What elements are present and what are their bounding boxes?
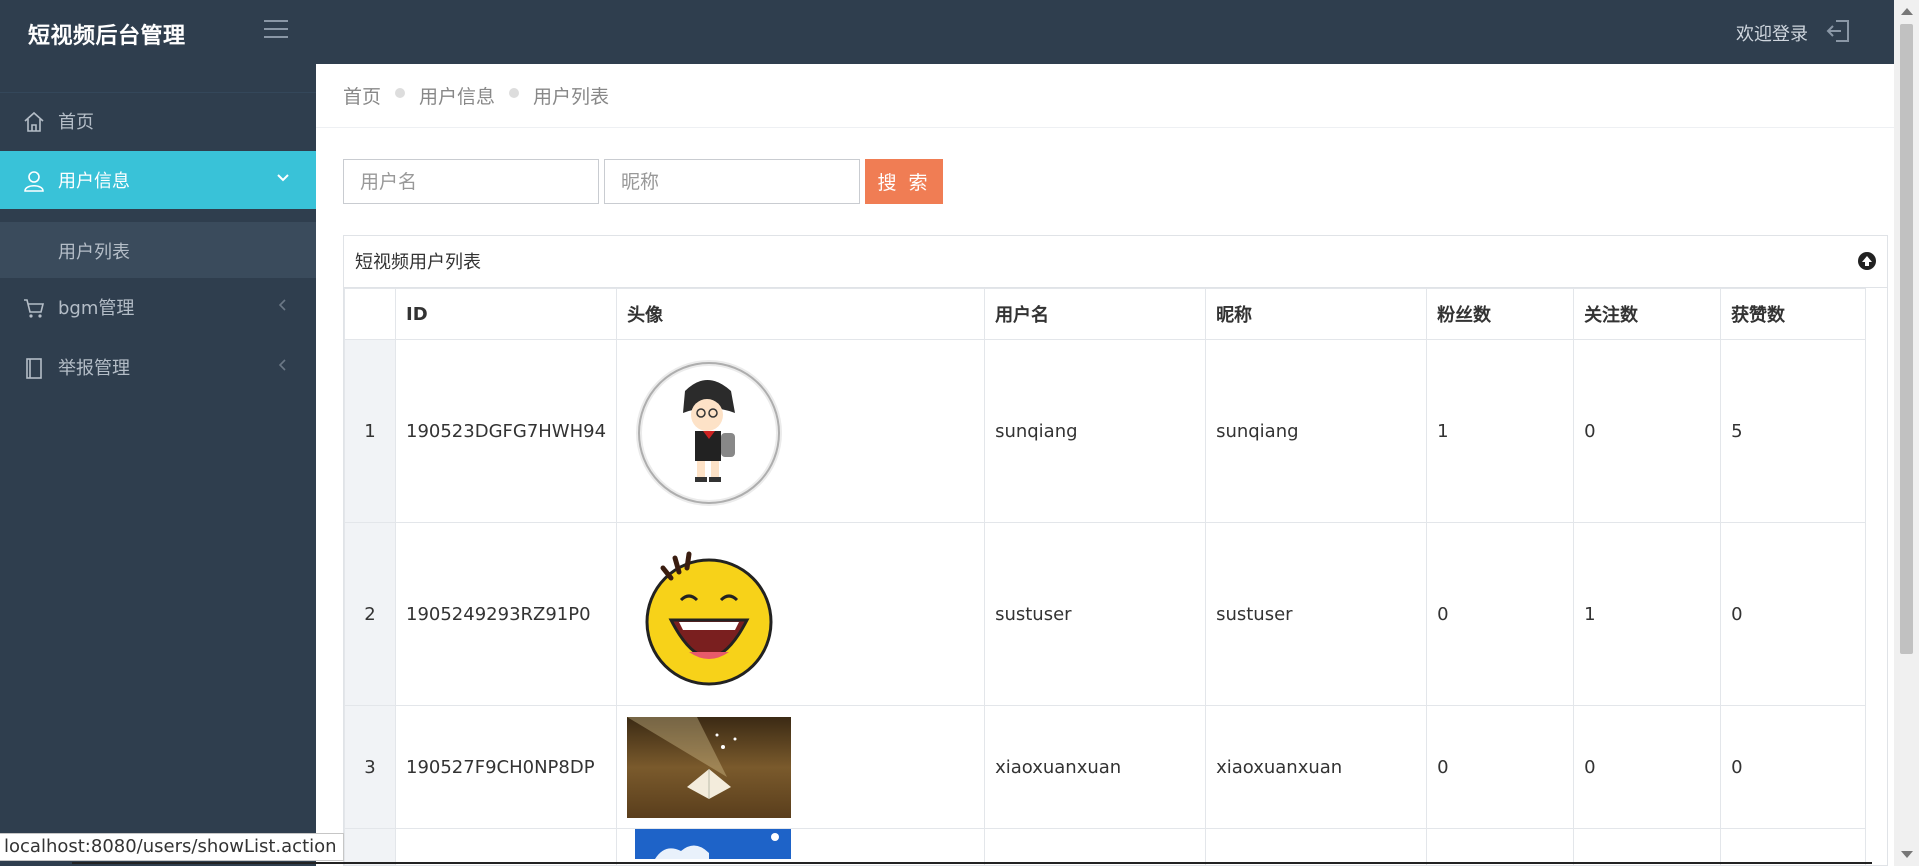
search-button[interactable]: 搜 索 bbox=[865, 159, 943, 204]
table-header-row: ID 头像 用户名 昵称 粉丝数 关注数 获赞数 bbox=[344, 288, 1867, 340]
user-icon bbox=[24, 171, 44, 192]
sidebar-item-report[interactable]: 举报管理 bbox=[0, 338, 316, 396]
welcome-text: 欢迎登录 bbox=[1736, 24, 1808, 45]
cell-username: sunqiang bbox=[984, 339, 1207, 523]
row-index: 1 bbox=[344, 339, 396, 523]
column-header-avatar: 头像 bbox=[616, 288, 986, 340]
chevron-down-icon bbox=[277, 174, 289, 182]
main-content: 首页 用户信息 用户列表 搜 索 短视频用户列表 ID 头像 用户名 昵称 bbox=[316, 64, 1894, 866]
sidebar-subitem-label: 用户列表 bbox=[58, 242, 130, 263]
cell-avatar bbox=[616, 522, 986, 706]
breadcrumb-user-list: 用户列表 bbox=[533, 86, 610, 108]
table-row[interactable]: 2 1905249293RZ91P0 sustuser sustuser 0 1… bbox=[344, 522, 1867, 706]
scroll-up-arrow-icon[interactable] bbox=[1901, 8, 1913, 15]
cell-nickname: sunqiang bbox=[1205, 339, 1428, 523]
sidebar-item-home[interactable]: 首页 bbox=[0, 92, 316, 150]
column-header-id: ID bbox=[394, 288, 618, 340]
cell-id bbox=[394, 828, 618, 865]
column-header-nickname: 昵称 bbox=[1205, 288, 1428, 340]
column-header-username: 用户名 bbox=[984, 288, 1207, 340]
username-search-input[interactable] bbox=[343, 159, 599, 204]
cell-nickname: xiaoxuanxuan bbox=[1205, 705, 1428, 829]
collapse-up-icon[interactable] bbox=[1857, 251, 1877, 271]
column-header-index bbox=[344, 288, 396, 340]
book-icon bbox=[26, 358, 42, 379]
sidebar-subitem-user-list[interactable]: 用户列表 bbox=[0, 222, 316, 278]
sidebar-item-label: 举报管理 bbox=[58, 358, 130, 379]
panel-title: 短视频用户列表 bbox=[355, 252, 481, 273]
table-row[interactable] bbox=[344, 828, 1867, 865]
status-bar-url: localhost:8080/users/showList.action bbox=[0, 833, 344, 861]
row-index bbox=[344, 828, 396, 865]
user-table: ID 头像 用户名 昵称 粉丝数 关注数 获赞数 1 190523DGFG7HW… bbox=[344, 288, 1867, 865]
table-row[interactable]: 1 190523DGFG7HWH94 sunqiang sunqiang 1 0… bbox=[344, 339, 1867, 523]
cell-nickname: sustuser bbox=[1205, 522, 1428, 706]
column-header-fans: 粉丝数 bbox=[1426, 288, 1575, 340]
cell-id: 190523DGFG7HWH94 bbox=[394, 339, 618, 523]
breadcrumb-separator bbox=[395, 88, 405, 98]
avatar-image bbox=[627, 716, 792, 818]
sidebar-item-label: 用户信息 bbox=[58, 171, 130, 192]
cell-username bbox=[984, 828, 1207, 865]
cell-follows: 0 bbox=[1573, 705, 1722, 829]
bottom-divider bbox=[72, 862, 1872, 864]
top-header: 短视频后台管理 欢迎登录 bbox=[0, 0, 1894, 64]
logout-icon[interactable] bbox=[1826, 18, 1852, 44]
page-scrollbar[interactable] bbox=[1894, 0, 1919, 866]
cell-likes: 0 bbox=[1720, 522, 1867, 706]
cell-username: xiaoxuanxuan bbox=[984, 705, 1207, 829]
cell-fans: 1 bbox=[1426, 339, 1575, 523]
avatar-image bbox=[645, 551, 773, 686]
cell-likes bbox=[1720, 828, 1867, 865]
sidebar-item-bgm[interactable]: bgm管理 bbox=[0, 278, 316, 336]
cell-likes: 5 bbox=[1720, 339, 1867, 523]
avatar-image bbox=[635, 829, 792, 859]
breadcrumb-home[interactable]: 首页 bbox=[343, 82, 381, 109]
sidebar-item-user-info[interactable]: 用户信息 bbox=[0, 151, 316, 209]
sidebar-item-label: 首页 bbox=[58, 112, 94, 133]
scrollbar-thumb[interactable] bbox=[1900, 24, 1913, 654]
cell-follows: 0 bbox=[1573, 339, 1722, 523]
row-index: 3 bbox=[344, 705, 396, 829]
chevron-left-icon bbox=[278, 359, 286, 371]
cell-avatar bbox=[616, 828, 986, 865]
column-header-follows: 关注数 bbox=[1573, 288, 1722, 340]
cell-follows bbox=[1573, 828, 1722, 865]
cell-nickname bbox=[1205, 828, 1428, 865]
cell-avatar bbox=[616, 339, 986, 523]
menu-toggle-icon[interactable] bbox=[264, 20, 288, 40]
chevron-left-icon bbox=[278, 299, 286, 311]
breadcrumb: 首页 用户信息 用户列表 bbox=[316, 64, 1894, 128]
panel-header: 短视频用户列表 bbox=[344, 236, 1887, 288]
scroll-down-arrow-icon[interactable] bbox=[1901, 851, 1913, 858]
cell-likes: 0 bbox=[1720, 705, 1867, 829]
user-list-panel: 短视频用户列表 ID 头像 用户名 昵称 粉丝数 关注数 获赞数 1 19052… bbox=[343, 235, 1888, 866]
cell-avatar bbox=[616, 705, 986, 829]
row-index: 2 bbox=[344, 522, 396, 706]
cell-fans: 0 bbox=[1426, 705, 1575, 829]
column-header-likes: 获赞数 bbox=[1720, 288, 1867, 340]
breadcrumb-user-info[interactable]: 用户信息 bbox=[419, 82, 495, 109]
avatar-image bbox=[636, 360, 783, 506]
cell-follows: 1 bbox=[1573, 522, 1722, 706]
sidebar: 首页 用户信息 用户列表 bgm管理 举报管理 bbox=[0, 64, 316, 866]
sidebar-item-label: bgm管理 bbox=[58, 298, 135, 319]
cell-fans: 0 bbox=[1426, 522, 1575, 706]
breadcrumb-separator bbox=[509, 88, 519, 98]
cell-fans bbox=[1426, 828, 1575, 865]
nickname-search-input[interactable] bbox=[604, 159, 860, 204]
home-icon bbox=[24, 111, 44, 132]
cell-id: 1905249293RZ91P0 bbox=[394, 522, 618, 706]
app-brand: 短视频后台管理 bbox=[28, 24, 186, 49]
table-row[interactable]: 3 190527F9CH0NP8DP xiaoxuanxuan xiaoxuan… bbox=[344, 705, 1867, 829]
cell-username: sustuser bbox=[984, 522, 1207, 706]
cell-id: 190527F9CH0NP8DP bbox=[394, 705, 618, 829]
cart-icon bbox=[24, 299, 45, 318]
